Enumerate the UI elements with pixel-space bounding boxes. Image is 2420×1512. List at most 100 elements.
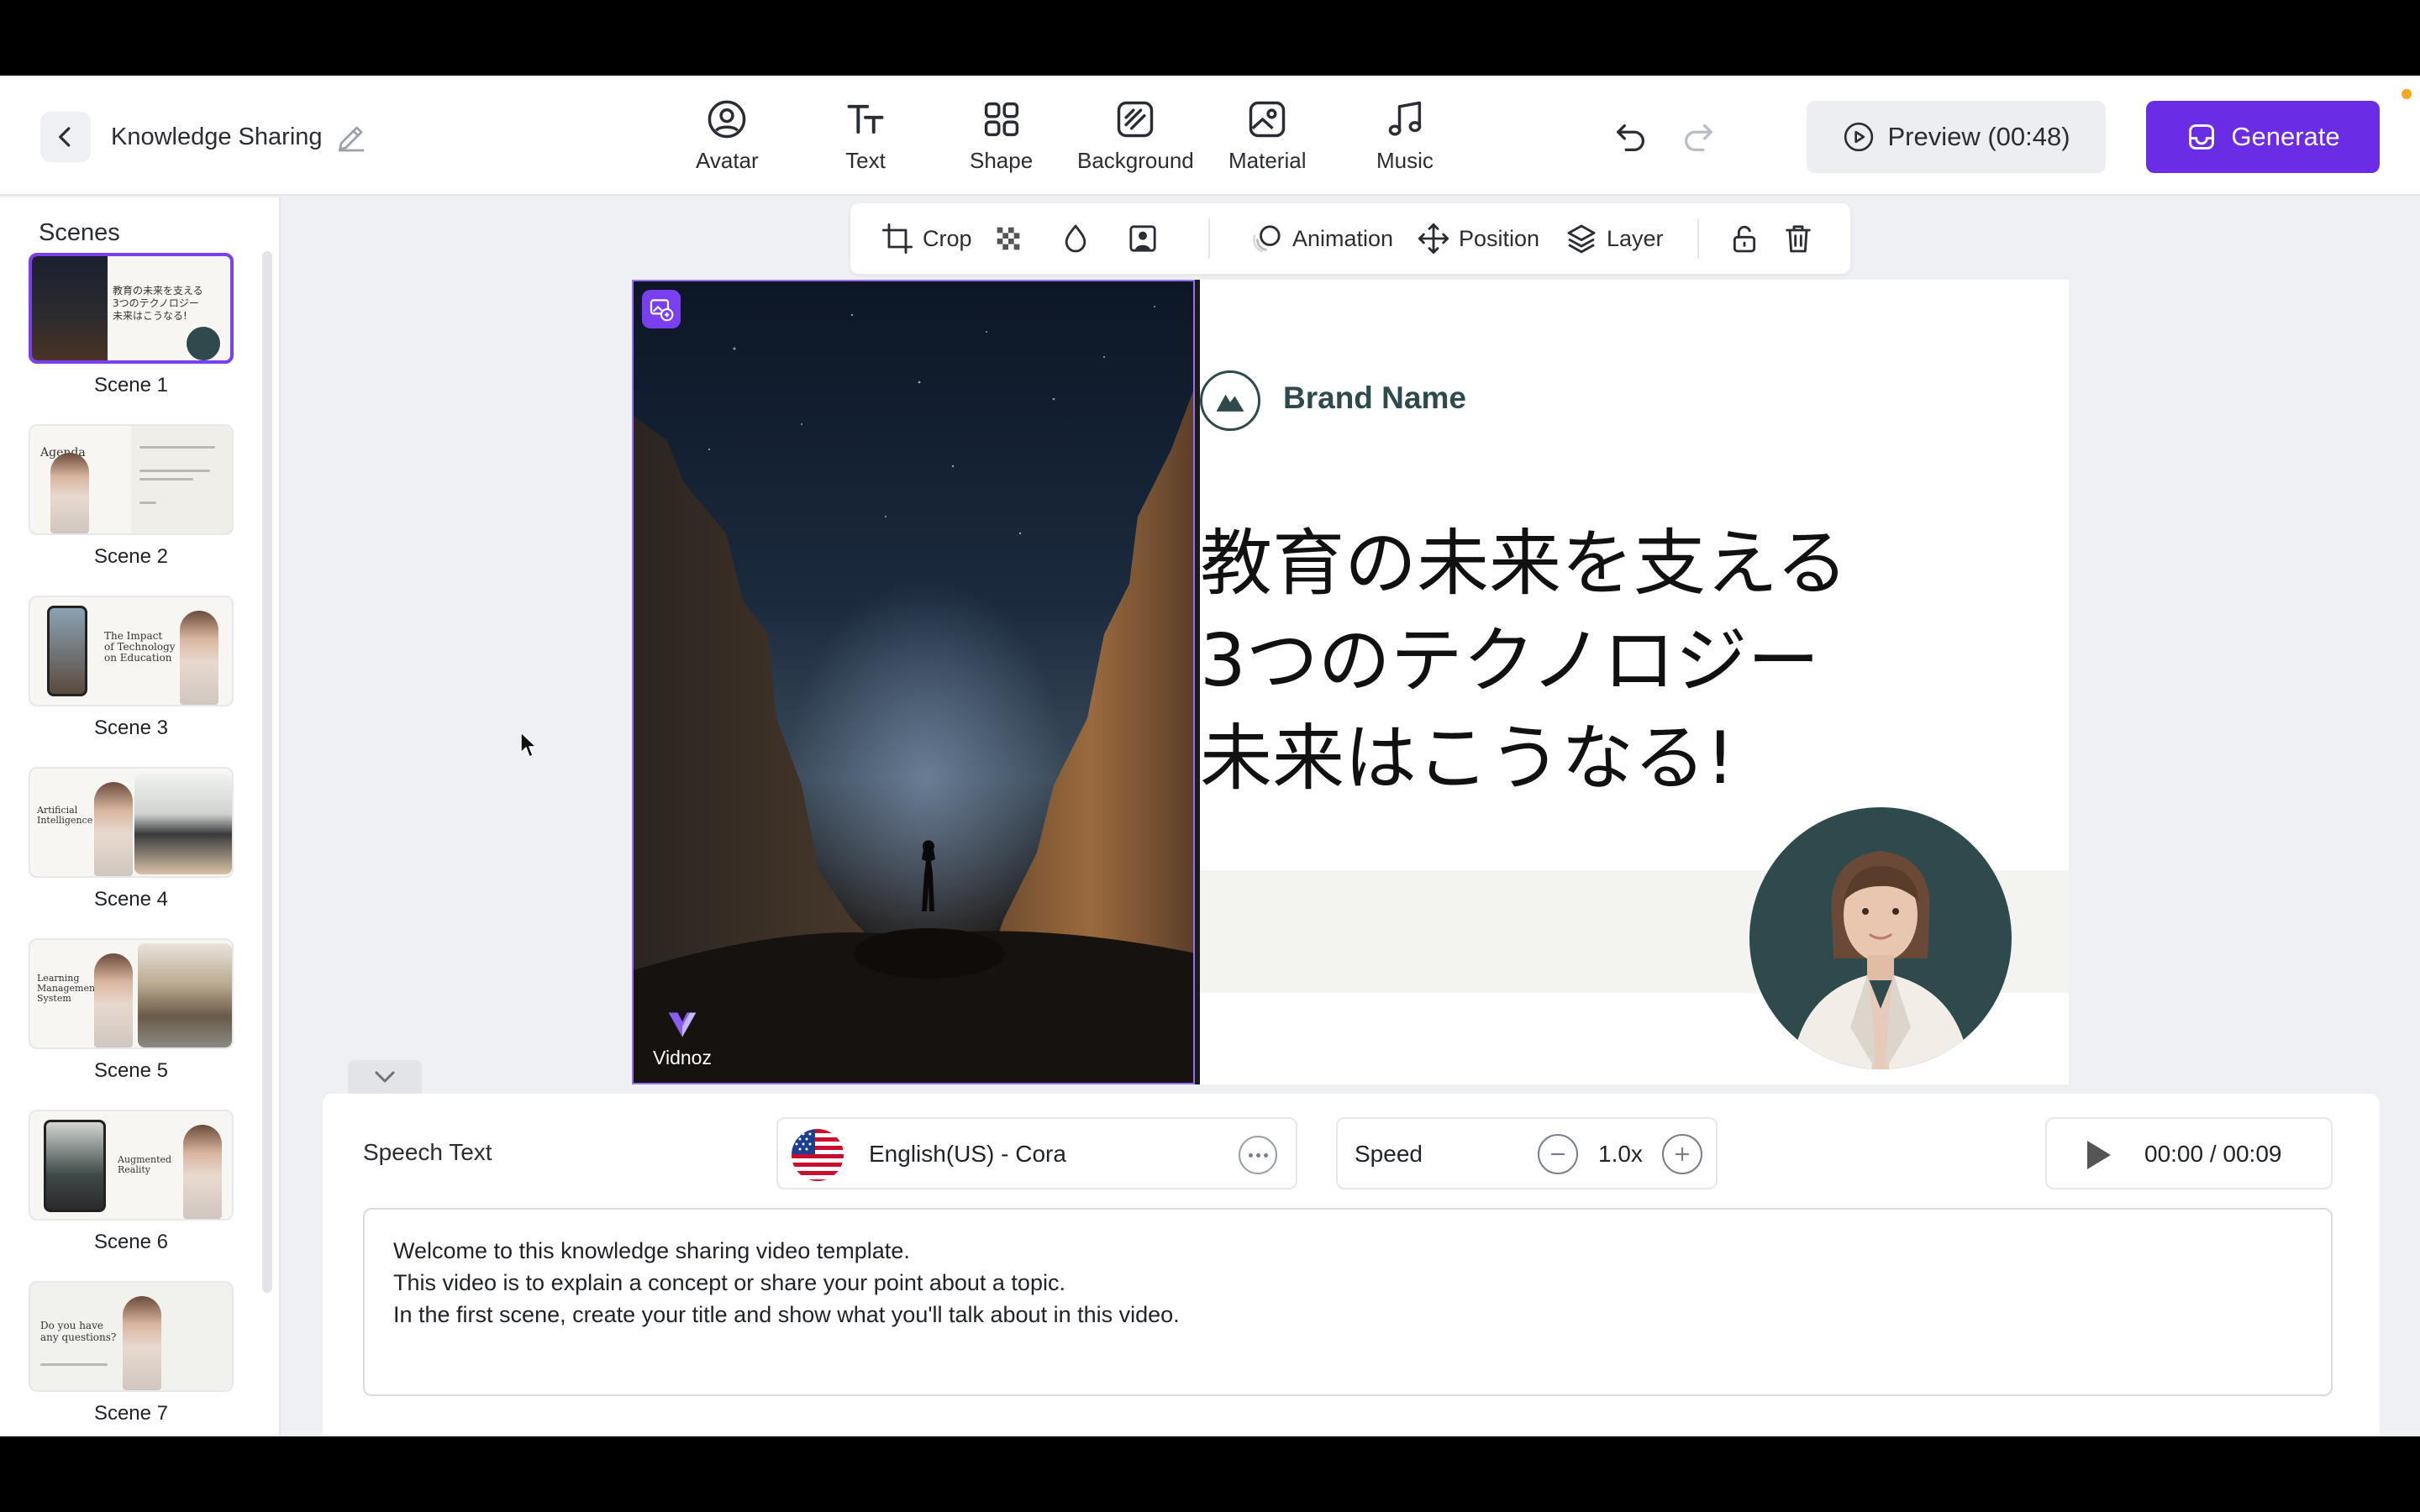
play-icon[interactable] <box>2087 1141 2111 1169</box>
unlock-icon <box>1733 225 1756 253</box>
collapse-panel-button[interactable] <box>348 1060 422 1094</box>
position-button[interactable]: Position <box>1417 220 1539 257</box>
redo-icon[interactable] <box>1679 118 1718 156</box>
tool-label: Material <box>1228 148 1307 173</box>
back-button[interactable] <box>40 112 91 162</box>
scene-thumbnail: Do you have any questions? <box>29 1281 234 1392</box>
generate-button[interactable]: Generate <box>2146 101 2380 173</box>
scene-thumbnail: Artificial Intelligence <box>29 767 234 878</box>
lock-button[interactable] <box>1728 220 1761 257</box>
layers-icon <box>1567 224 1596 254</box>
music-icon <box>1388 101 1422 136</box>
scene-label: Scene 2 <box>93 545 169 568</box>
minus-icon <box>1550 1152 1565 1156</box>
layer-button[interactable]: Layer <box>1565 220 1664 257</box>
vidnoz-watermark-text: Vidnoz <box>653 1047 712 1068</box>
element-toolbar: Crop Animation Position Layer <box>850 203 1850 274</box>
speed-increase-button[interactable] <box>1662 1134 1702 1174</box>
preview-button[interactable]: Preview (00:48) <box>1807 101 2106 173</box>
crop-label: Crop <box>923 225 972 251</box>
shape-icon <box>984 102 1018 137</box>
text-icon <box>847 104 884 134</box>
notification-dot <box>2402 89 2412 99</box>
presenter-figure <box>1791 851 1970 1069</box>
remove-background-button[interactable] <box>1126 220 1160 257</box>
scene-item-3[interactable]: The Impact of Technology on Education Scen… <box>29 596 234 740</box>
play-circle-icon <box>1844 122 1874 152</box>
scene-label: Scene 5 <box>93 1059 169 1082</box>
background-icon <box>1118 101 1154 138</box>
more-options-icon[interactable] <box>1239 1136 1277 1174</box>
tool-label: Background <box>1077 148 1194 173</box>
layer-label: Layer <box>1607 225 1664 251</box>
scene-label: Scene 4 <box>93 888 169 911</box>
portrait-icon <box>1129 225 1156 252</box>
position-label: Position <box>1459 225 1540 251</box>
speed-label: Speed <box>1355 1141 1423 1167</box>
delete-button[interactable] <box>1781 220 1815 257</box>
speed-value: 1.0x <box>1598 1141 1643 1167</box>
checkerboard-icon <box>997 227 1020 250</box>
chevron-down-icon <box>375 1071 395 1083</box>
canyon-night-image <box>634 281 1193 1083</box>
replace-media-icon[interactable] <box>642 290 681 328</box>
vidnoz-watermark: Vidnoz <box>649 1008 716 1069</box>
tool-text[interactable]: Text <box>844 97 887 181</box>
speed-decrease-button[interactable] <box>1538 1134 1578 1174</box>
scene-thumbnail: Augmented Reality <box>29 1110 234 1221</box>
brand-logo[interactable] <box>1200 370 1260 431</box>
slide-headline[interactable]: 教育の未来を支える 3つのテクノロジー 未来はこうなる! <box>1200 515 1848 807</box>
scene-thumbnail: 教育の未来を支える 3つのテクノロジー 未来はこうなる! <box>29 253 234 364</box>
us-flag-icon <box>792 1129 844 1181</box>
animation-icon <box>1252 225 1281 253</box>
scene-item-2[interactable]: Agenda Scene 2 <box>29 424 234 569</box>
mountain-logo-icon <box>1216 394 1244 412</box>
scene-label: Scene 7 <box>93 1402 169 1425</box>
background-photo[interactable]: Vidnoz <box>632 280 1195 1084</box>
speed-control: Speed 1.0x <box>1336 1117 1718 1189</box>
crop-button[interactable]: Crop <box>881 220 972 257</box>
tool-label: Text <box>845 148 886 173</box>
brand-name-text[interactable]: Brand Name <box>1283 381 1466 416</box>
scene-item-7[interactable]: Do you have any questions? Scene 7 <box>29 1281 234 1425</box>
pencil-icon[interactable] <box>334 121 368 155</box>
scene-item-1[interactable]: 教育の未来を支える 3つのテクノロジー 未来はこうなる! Scene 1 <box>29 253 234 397</box>
transparency-button[interactable] <box>992 220 1025 257</box>
voice-name: English(US) - Cora <box>869 1141 1066 1167</box>
toolbar-divider <box>1697 218 1699 259</box>
scene-label: Scene 1 <box>93 374 169 396</box>
app-window: Knowledge Sharing Avatar Text Shape Back… <box>0 76 2420 1436</box>
tool-music[interactable]: Music <box>1376 97 1434 181</box>
speech-text-input[interactable]: Welcome to this knowledge sharing video … <box>363 1208 2333 1396</box>
speech-panel: Speech Text English(US) - Cora Speed 1.0… <box>323 1094 2380 1436</box>
mouse-cursor-icon <box>520 732 537 758</box>
slide-canvas[interactable]: Vidnoz Brand Name 教育の未来を支える 3つのテクノロジー 未来… <box>632 280 2069 1084</box>
avatar-presenter[interactable] <box>1749 807 2012 1069</box>
color-adjust-button[interactable] <box>1059 220 1092 257</box>
toolbar-divider <box>1208 218 1210 259</box>
scene-thumbnail: Agenda <box>29 424 234 535</box>
voice-selector[interactable]: English(US) - Cora <box>776 1117 1297 1189</box>
scene-item-5[interactable]: Learning Management System Scene 5 <box>29 938 234 1083</box>
scenes-sidebar: Scenes 教育の未来を支える 3つのテクノロジー 未来はこうなる! Scene … <box>0 197 281 1436</box>
scene-item-6[interactable]: Augmented Reality Scene 6 <box>29 1110 234 1254</box>
tool-label: Shape <box>970 148 1034 173</box>
avatar-icon <box>708 100 746 139</box>
undo-icon[interactable] <box>1612 118 1650 156</box>
tool-label: Avatar <box>696 148 759 173</box>
tool-shape[interactable]: Shape <box>970 97 1033 181</box>
scene-item-4[interactable]: Artificial Intelligence Scene 4 <box>29 767 234 911</box>
audio-play-control[interactable]: 00:00 / 00:09 <box>2045 1117 2333 1189</box>
tool-avatar[interactable]: Avatar <box>696 97 759 181</box>
animation-button[interactable]: Animation <box>1250 220 1393 257</box>
animation-label: Animation <box>1292 225 1394 251</box>
sidebar-scrollbar[interactable] <box>262 251 272 1293</box>
tool-material[interactable]: Material <box>1228 97 1306 181</box>
scene-thumbnail: The Impact of Technology on Education <box>29 596 234 706</box>
vidnoz-logo-icon <box>668 1012 697 1037</box>
project-title[interactable]: Knowledge Sharing <box>111 121 323 153</box>
scene-thumbnail: Learning Management System <box>29 938 234 1049</box>
move-icon <box>1418 223 1449 255</box>
tool-background[interactable]: Background <box>1077 97 1194 181</box>
header-bar: Knowledge Sharing Avatar Text Shape Back… <box>0 76 2420 196</box>
